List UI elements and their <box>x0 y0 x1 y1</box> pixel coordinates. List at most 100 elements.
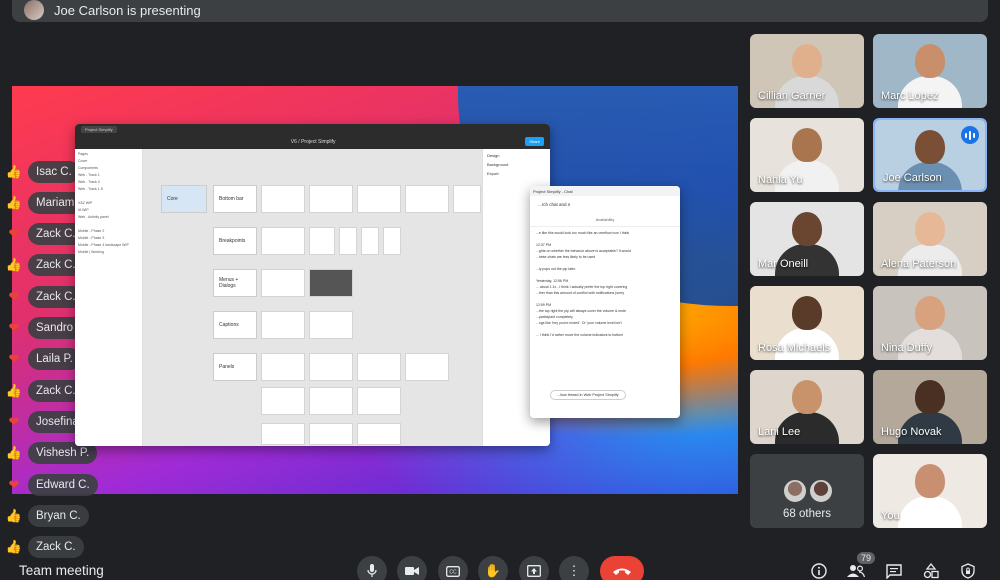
participant-face <box>915 380 945 414</box>
thumbs-up-icon: 👍 <box>5 507 23 523</box>
participant-tile[interactable]: Lani Lee <box>750 370 864 444</box>
chat-header: Project Simplify - Chat <box>530 186 680 196</box>
raise-hand-button[interactable]: ✋ <box>478 556 508 580</box>
chat-search: ...rch chat and n <box>538 202 571 207</box>
frame-thumbnail <box>261 269 305 297</box>
figma-layer-item: Cover <box>78 159 88 163</box>
others-tile[interactable]: 68 others <box>750 454 864 528</box>
participant-tile[interactable]: Alena Paterson <box>873 202 987 276</box>
participant-tile[interactable]: Cillian Garner <box>750 34 864 108</box>
participant-tile[interactable]: Nina Duffy <box>873 286 987 360</box>
participant-name: Cillian Garner <box>758 90 826 102</box>
frame-thumbnail <box>405 185 449 213</box>
frame-thumbnail <box>261 227 305 255</box>
participant-name: Nina Duffy <box>881 342 933 354</box>
participant-tile[interactable]: Marc Lopez <box>873 34 987 108</box>
figma-layer-item: Components <box>78 166 98 170</box>
frame-thumbnail <box>261 353 305 381</box>
thumbs-up-icon: 👍 <box>5 257 23 273</box>
raise-hand-icon: ✋ <box>484 563 502 578</box>
frame-thumbnail <box>309 423 353 445</box>
participant-tile[interactable]: Nahla Yu <box>750 118 864 192</box>
participant-name: Marc Lopez <box>881 90 939 102</box>
participant-name: Rosa Michaels <box>758 342 831 354</box>
activities-button[interactable] <box>920 560 942 580</box>
camera-button[interactable] <box>397 556 427 580</box>
figma-property-item: Export <box>487 171 499 176</box>
heart-icon: ❤ <box>8 413 20 429</box>
chat-window: Project Simplify - Chat ...rch chat and … <box>530 186 680 418</box>
reaction-item: ❤ Edward C. <box>0 469 98 500</box>
captions-button[interactable]: CC <box>438 556 468 580</box>
thumbs-up-icon: 👍 <box>5 163 23 179</box>
figma-property-item: Design <box>487 153 500 158</box>
reaction-name: Zack C. <box>28 536 84 559</box>
participant-face <box>792 380 822 414</box>
frame-thumbnail <box>309 185 353 213</box>
frame-thumbnail <box>309 353 353 381</box>
reaction-item: 👍 Zack C. <box>0 532 84 563</box>
frame-captions: Captions <box>213 311 257 339</box>
present-button[interactable] <box>519 556 549 580</box>
chat-button[interactable] <box>883 560 905 580</box>
figma-toolbar: V6 / Project Simplify Share <box>75 134 550 149</box>
figma-layer-item: Web - Track 1 <box>78 173 100 177</box>
frame-thumbnail <box>261 387 305 415</box>
more-options-button[interactable]: ⋮ <box>559 556 589 580</box>
heart-icon: ❤ <box>8 476 20 492</box>
leave-call-button[interactable] <box>600 556 644 580</box>
figma-layer-item: IA WIP <box>78 208 89 212</box>
reaction-name: Laila P. <box>28 348 81 371</box>
figma-layer-item: Mobile - Phase 2 <box>78 229 105 233</box>
figma-layer-item: Mobile - Phase 3 <box>78 236 105 240</box>
reaction-item: 👍 Bryan C. <box>0 500 89 531</box>
figma-layers-panel: Pages Cover Components Web - Track 1 Web - T… <box>75 149 143 446</box>
frame-menus-dialogs: Menus + Dialogs <box>213 269 257 297</box>
frame-thumbnail <box>357 387 401 415</box>
participant-tile[interactable]: You <box>873 454 987 528</box>
shield-lock-icon <box>961 563 975 579</box>
participant-name: Hugo Novak <box>881 426 942 438</box>
more-vert-icon: ⋮ <box>567 563 581 578</box>
meeting-details-button[interactable] <box>808 560 830 580</box>
thumbs-up-icon: 👍 <box>5 382 23 398</box>
frame-thumbnail <box>261 311 305 339</box>
speaking-indicator-icon <box>961 126 979 144</box>
reaction-item: 👍 Zack C. <box>0 375 84 406</box>
microphone-button[interactable] <box>357 556 387 580</box>
host-controls-button[interactable] <box>957 560 979 580</box>
camera-icon <box>405 567 419 575</box>
figma-window: Project Simplify V6 / Project Simplify S… <box>75 124 550 446</box>
participant-face <box>915 464 945 498</box>
participant-face <box>792 128 822 162</box>
participant-tile[interactable]: Joe Carlson <box>873 118 987 192</box>
figma-tab: Project Simplify <box>81 125 117 133</box>
thumbs-up-icon: 👍 <box>5 194 23 210</box>
participant-tile[interactable]: Mar Oneill <box>750 202 864 276</box>
figma-layer-item: Mobile | Working <box>78 250 104 254</box>
figma-layer-item <box>78 194 139 201</box>
presenter-avatar <box>24 0 44 20</box>
avatar <box>808 478 834 504</box>
participant-tile[interactable]: Hugo Novak <box>873 370 987 444</box>
frame-thumbnail <box>261 185 305 213</box>
participant-tile[interactable]: Rosa Michaels <box>750 286 864 360</box>
reaction-item: ❤ Zack C. <box>0 281 84 312</box>
participant-face <box>915 296 945 330</box>
svg-text:CC: CC <box>449 569 457 575</box>
shared-screen: Project Simplify V6 / Project Simplify S… <box>12 86 738 494</box>
frame-thumbnail <box>309 387 353 415</box>
people-icon <box>847 565 865 578</box>
meeting-name: Team meeting <box>19 563 104 578</box>
figma-canvas: Core Bottom bar Breakpoints Menus + Dial… <box>143 149 482 446</box>
reaction-item: 👍 Isac C. <box>0 156 80 187</box>
participant-name: Alena Paterson <box>881 258 957 270</box>
frame-thumbnail <box>357 185 401 213</box>
frame-thumbnail <box>309 227 335 255</box>
figma-layer-item: V&Z WIP <box>78 201 93 205</box>
frame-thumbnail <box>357 353 401 381</box>
figma-layer-item: Web - Track 4 <box>78 180 100 184</box>
chat-availability-tab: Availability <box>530 213 680 227</box>
present-screen-icon <box>527 565 541 577</box>
participant-face <box>792 212 822 246</box>
